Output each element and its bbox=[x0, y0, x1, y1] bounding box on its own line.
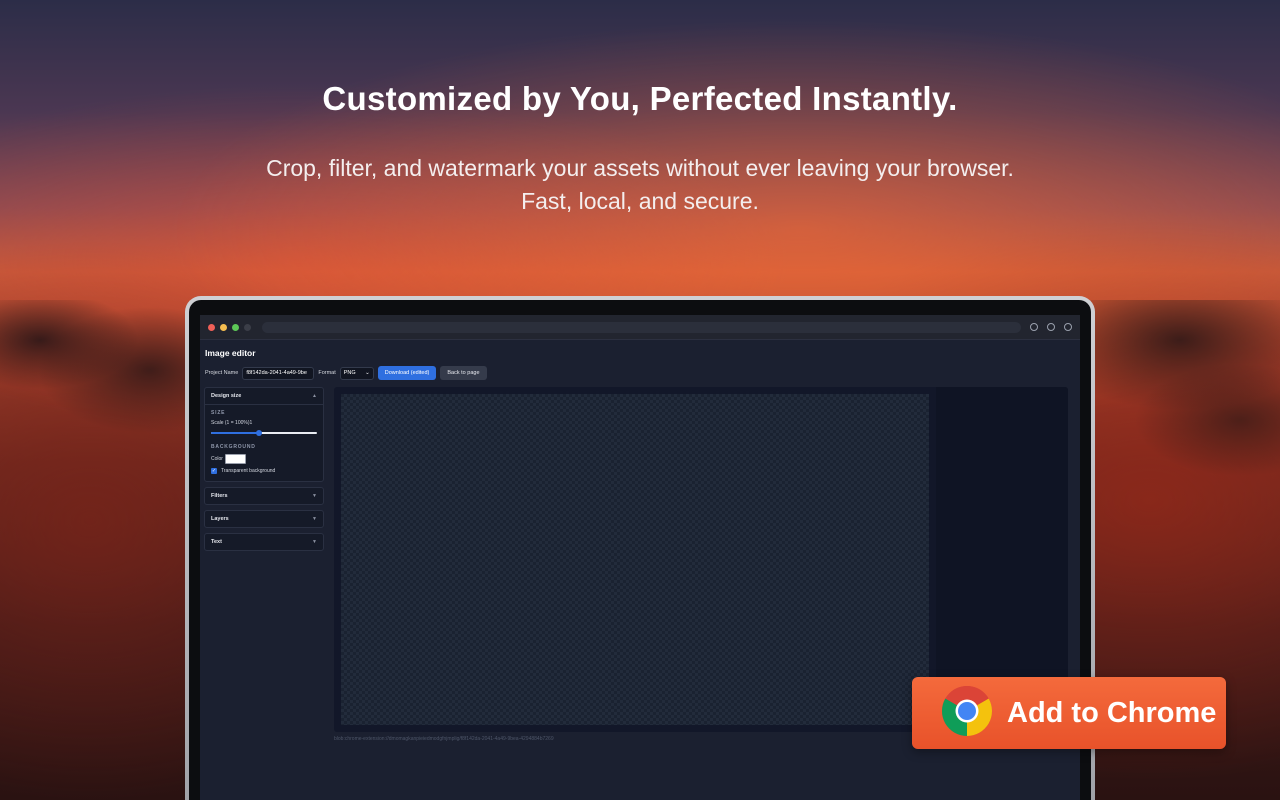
profile-icon[interactable] bbox=[1064, 323, 1072, 331]
transparent-background-row: ✓ Transparent background bbox=[211, 468, 317, 474]
scale-slider-thumb[interactable] bbox=[255, 430, 262, 436]
hero-subline-line-2: Fast, local, and secure. bbox=[521, 188, 759, 214]
format-select[interactable]: PNG ⌄ bbox=[339, 366, 374, 380]
design-size-panel: Design size ▲ SIZE Scale (1 = 100%)1 BAC… bbox=[204, 387, 324, 482]
mic-icon[interactable] bbox=[1030, 323, 1038, 331]
hero-headline: Customized by You, Perfected Instantly. bbox=[322, 80, 958, 117]
checkbox-checked-icon[interactable]: ✓ bbox=[211, 468, 217, 474]
color-row: Color bbox=[211, 454, 317, 464]
project-name-input[interactable]: f8f142da-2041-4a49-9be bbox=[242, 366, 315, 380]
address-bar[interactable] bbox=[262, 321, 1021, 333]
scale-label: Scale (1 = 100%)1 bbox=[211, 420, 253, 426]
add-to-chrome-label: Add to Chrome bbox=[1007, 696, 1217, 729]
back-to-page-button[interactable]: Back to page bbox=[440, 366, 487, 380]
format-select-value: PNG bbox=[343, 369, 356, 376]
text-panel-title: Text bbox=[211, 539, 222, 545]
chevron-down-icon: ▼ bbox=[312, 516, 317, 522]
text-panel: Text ▼ bbox=[204, 533, 324, 551]
size-section-label: SIZE bbox=[211, 410, 226, 416]
blob-url-text: blob:chrome-extension://dmomagkanpieiedm… bbox=[334, 736, 554, 742]
window-extra-icon bbox=[244, 323, 251, 331]
project-name-label: Project Name bbox=[205, 370, 239, 376]
image-canvas[interactable] bbox=[341, 394, 929, 725]
layers-panel-header[interactable]: Layers ▼ bbox=[205, 511, 323, 527]
hero-subline-line-1: Crop, filter, and watermark your assets … bbox=[266, 155, 1014, 181]
text-panel-header[interactable]: Text ▼ bbox=[205, 534, 323, 550]
chevron-up-icon: ▲ bbox=[312, 393, 317, 399]
background-section-label: BACKGROUND bbox=[211, 444, 256, 450]
color-label: Color bbox=[211, 456, 223, 462]
filters-panel-title: Filters bbox=[211, 493, 228, 499]
add-to-chrome-button[interactable]: Add to Chrome bbox=[912, 677, 1226, 749]
color-picker[interactable] bbox=[224, 454, 246, 464]
design-size-panel-title: Design size bbox=[211, 393, 242, 399]
chevron-down-icon: ⌄ bbox=[365, 369, 370, 376]
scale-slider[interactable] bbox=[211, 430, 317, 436]
design-size-panel-header[interactable]: Design size ▲ bbox=[205, 388, 323, 404]
transparent-background-label: Transparent background bbox=[221, 468, 276, 474]
extension-icon[interactable] bbox=[1047, 323, 1055, 331]
editor-sidebar: Design size ▲ SIZE Scale (1 = 100%)1 BAC… bbox=[204, 387, 324, 556]
filters-panel: Filters ▼ bbox=[204, 487, 324, 505]
window-close-icon[interactable] bbox=[208, 323, 215, 331]
hero-subline: Crop, filter, and watermark your assets … bbox=[0, 152, 1280, 218]
editor-toolbar: Project Name f8f142da-2041-4a49-9be Form… bbox=[200, 364, 1080, 382]
filters-panel-header[interactable]: Filters ▼ bbox=[205, 488, 323, 504]
layers-panel-title: Layers bbox=[211, 516, 229, 522]
window-minimize-icon[interactable] bbox=[220, 323, 227, 331]
scale-slider-fill bbox=[211, 432, 259, 434]
browser-toolbar bbox=[200, 315, 1080, 340]
chevron-down-icon: ▼ bbox=[312, 539, 317, 545]
layers-panel: Layers ▼ bbox=[204, 510, 324, 528]
window-zoom-icon[interactable] bbox=[232, 323, 239, 331]
chevron-down-icon: ▼ bbox=[312, 493, 317, 499]
format-label: Format bbox=[318, 370, 336, 376]
editor-title: Image editor bbox=[205, 348, 256, 358]
chrome-logo-icon bbox=[941, 685, 993, 742]
download-edited-button[interactable]: Download (edited) bbox=[377, 366, 437, 380]
design-size-panel-body: SIZE Scale (1 = 100%)1 BACKGROUND Color bbox=[205, 404, 323, 481]
